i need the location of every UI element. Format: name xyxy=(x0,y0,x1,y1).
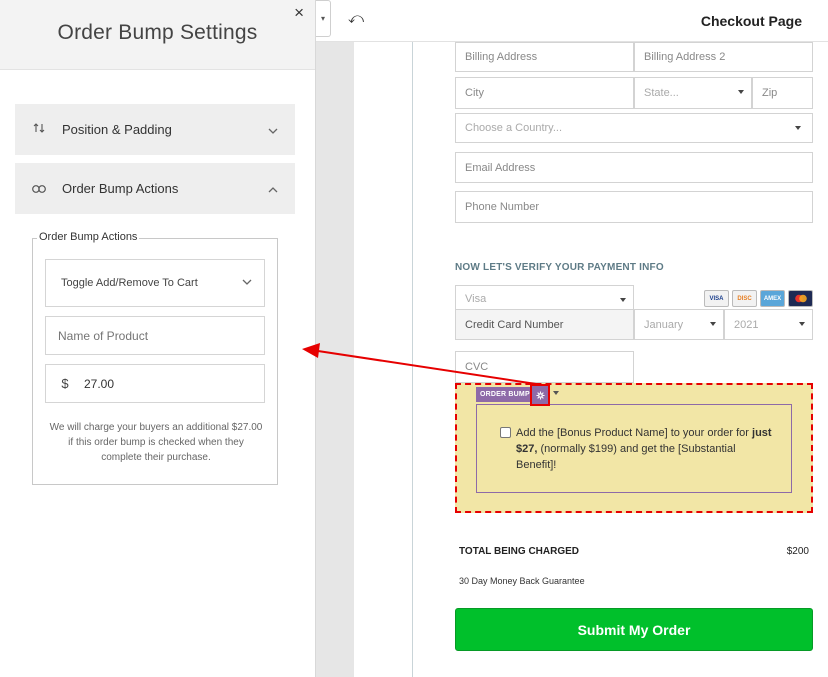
card-type-select[interactable]: Visa xyxy=(455,285,634,311)
price-input[interactable]: $ 27.00 xyxy=(45,364,265,403)
month-select[interactable]: January xyxy=(634,309,724,340)
year-select[interactable]: 2021 xyxy=(724,309,813,340)
visa-logo-icon: VISA xyxy=(704,290,729,307)
accordion-label: Order Bump Actions xyxy=(62,181,179,196)
caret-down-icon xyxy=(710,322,716,326)
caret-down-icon xyxy=(620,298,626,302)
field-placeholder: CVC xyxy=(465,361,489,373)
payment-heading: NOW LET'S VERIFY YOUR PAYMENT INFO xyxy=(455,262,664,273)
field-placeholder: City xyxy=(465,87,484,99)
total-label: TOTAL BEING CHARGED xyxy=(459,546,580,557)
up-down-arrows-icon xyxy=(15,122,62,137)
close-icon[interactable]: × xyxy=(294,3,304,23)
billing-address-2-input[interactable]: Billing Address 2 xyxy=(634,42,813,72)
chevron-up-icon xyxy=(250,180,295,198)
order-bump-tag: ORDER BUMP xyxy=(476,387,534,402)
city-input[interactable]: City xyxy=(455,77,634,109)
accordion-position-padding[interactable]: Position & Padding xyxy=(15,104,295,155)
editor-gutter xyxy=(316,42,354,677)
field-placeholder: Billing Address 2 xyxy=(644,51,726,63)
editor-topbar: ▾ ⤺ Checkout Page xyxy=(316,0,828,42)
zip-input[interactable]: Zip xyxy=(752,77,813,109)
field-value: Visa xyxy=(465,293,487,305)
card-logos: VISA DISC AMEX xyxy=(704,290,813,307)
guarantee-text: 30 Day Money Back Guarantee xyxy=(459,576,585,586)
fieldset-legend: Order Bump Actions xyxy=(37,231,140,243)
accordion-label: Position & Padding xyxy=(62,122,172,137)
field-placeholder: Credit Card Number xyxy=(465,318,564,331)
column-divider xyxy=(412,42,413,677)
field-value: 2021 xyxy=(734,318,759,331)
bump-text-part: (normally $199) and get the [Substantial… xyxy=(516,443,736,471)
panel-title: Order Bump Settings xyxy=(57,21,258,44)
page-title: Checkout Page xyxy=(700,13,802,29)
action-select[interactable]: Toggle Add/Remove To Cart xyxy=(45,259,265,307)
field-value: January xyxy=(644,318,684,331)
accordion-order-bump-actions[interactable]: Order Bump Actions xyxy=(15,163,295,214)
amex-logo-icon: AMEX xyxy=(760,290,785,307)
order-bump-settings-panel: Order Bump Settings × Position & Padding… xyxy=(0,0,316,677)
phone-input[interactable]: Phone Number xyxy=(455,191,813,223)
chevron-down-icon xyxy=(242,276,252,288)
currency-symbol: $ xyxy=(61,376,69,391)
gear-icon[interactable] xyxy=(530,384,550,406)
submit-order-button[interactable]: Submit My Order xyxy=(455,608,813,651)
bump-text-part: Add the [Bonus Product Name] to your ord… xyxy=(516,427,753,439)
field-placeholder: Email Address xyxy=(465,161,536,174)
page-select-dropdown[interactable]: ▾ xyxy=(316,0,331,37)
product-name-input[interactable] xyxy=(45,316,265,355)
charge-note: We will charge your buyers an additional… xyxy=(49,422,263,463)
total-value: $200 xyxy=(786,546,809,557)
order-bump-actions-fieldset: Order Bump Actions Toggle Add/Remove To … xyxy=(32,231,278,485)
field-placeholder: Billing Address xyxy=(465,51,538,63)
panel-header: Order Bump Settings × xyxy=(0,0,315,70)
chevron-down-icon xyxy=(250,121,295,139)
link-icon xyxy=(15,181,62,196)
caret-down-icon xyxy=(799,322,805,326)
email-input[interactable]: Email Address xyxy=(455,152,813,183)
field-placeholder: Choose a Country... xyxy=(465,122,563,134)
price-value: 27.00 xyxy=(84,376,115,391)
order-bump-text: Add the [Bonus Product Name] to your ord… xyxy=(516,425,778,473)
field-placeholder: State... xyxy=(644,87,679,99)
state-select[interactable]: State... xyxy=(634,77,752,109)
card-number-input[interactable]: Credit Card Number xyxy=(455,309,634,340)
caret-down-icon[interactable] xyxy=(553,391,559,395)
field-placeholder: Phone Number xyxy=(465,201,539,213)
action-select-value: Toggle Add/Remove To Cart xyxy=(61,277,198,289)
billing-address-input[interactable]: Billing Address xyxy=(455,42,634,72)
order-bump-checkbox[interactable] xyxy=(500,427,511,438)
caret-down-icon xyxy=(795,126,801,130)
cvc-input[interactable]: CVC xyxy=(455,351,634,383)
field-placeholder: Zip xyxy=(762,87,778,99)
country-select[interactable]: Choose a Country... xyxy=(455,113,813,143)
caret-down-icon xyxy=(738,90,744,94)
undo-icon[interactable]: ⤺ xyxy=(348,10,364,27)
mastercard-logo-icon xyxy=(788,290,813,307)
discover-logo-icon: DISC xyxy=(732,290,757,307)
